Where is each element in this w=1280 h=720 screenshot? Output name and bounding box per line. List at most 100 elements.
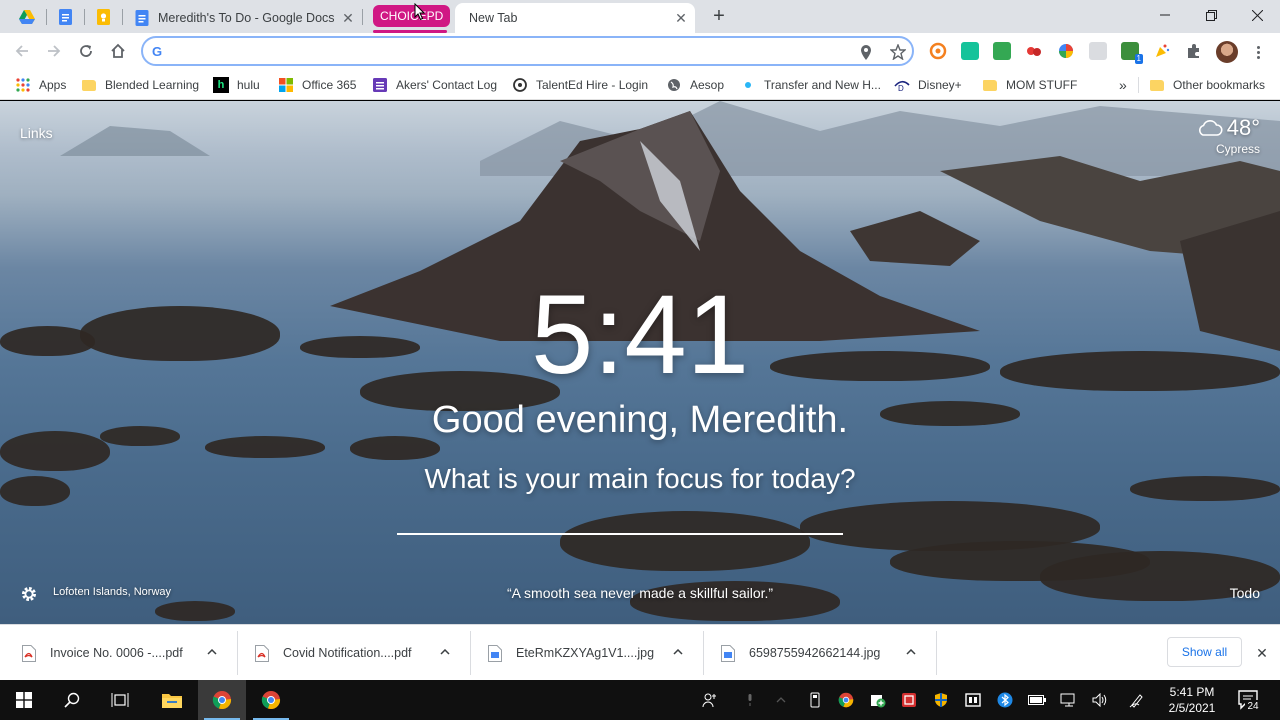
tab-new-tab[interactable]: New Tab ✕ [455, 3, 695, 33]
chevron-up-tray-icon[interactable] [771, 690, 791, 710]
extension-badge-icon[interactable]: 1 [1121, 42, 1143, 64]
volume-icon[interactable] [1091, 690, 1111, 710]
close-tab-icon[interactable]: ✕ [673, 10, 689, 26]
new-tab-button[interactable]: + [707, 6, 731, 28]
chrome-tray-icon[interactable] [836, 690, 856, 710]
close-download-shelf-icon[interactable]: ✕ [1254, 645, 1270, 661]
bookmarks-overflow-button[interactable]: » [1119, 76, 1127, 94]
weather-widget[interactable]: 48° Cypress [1197, 115, 1260, 156]
pinned-tab-google-drive[interactable] [13, 6, 41, 28]
office-icon [278, 77, 294, 93]
bluetooth-icon[interactable] [995, 690, 1015, 710]
minimize-button[interactable] [1142, 0, 1188, 30]
bookmark-disney-plus[interactable]: D Disney+ [894, 76, 962, 94]
bookmark-star-icon[interactable] [889, 43, 907, 61]
extension-orange-icon[interactable] [929, 42, 947, 60]
tab-title: Meredith's To Do - Google Docs [158, 11, 335, 25]
close-tab-icon[interactable]: ✕ [340, 10, 356, 26]
back-button[interactable] [9, 38, 35, 64]
links-button[interactable]: Links [20, 125, 53, 141]
meet-now-icon[interactable] [963, 690, 983, 710]
profile-avatar[interactable] [1216, 41, 1238, 63]
search-button[interactable] [48, 680, 96, 720]
people-icon[interactable] [700, 690, 720, 710]
extension-gray-icon[interactable] [1089, 42, 1107, 60]
reload-button[interactable] [73, 38, 99, 64]
bookmarks-bar: Apps Blended Learning h hulu Office 365 … [0, 70, 1280, 100]
chevron-up-icon[interactable] [438, 645, 452, 659]
battery-icon[interactable] [1027, 690, 1047, 710]
bookmark-apps[interactable]: Apps [15, 76, 66, 94]
shield-icon[interactable] [931, 690, 951, 710]
extension-grammarly-icon[interactable] [961, 42, 979, 60]
bookmark-blended-learning[interactable]: Blended Learning [81, 76, 199, 94]
download-item[interactable]: EteRmKZXYAg1V1....jpg [488, 625, 693, 681]
pinned-tab-google-keep[interactable] [89, 6, 117, 28]
start-button[interactable] [0, 680, 48, 720]
chevron-up-icon[interactable] [671, 645, 685, 659]
bookmark-label: Apps [39, 78, 67, 92]
hulu-icon: h [213, 77, 229, 93]
file-explorer-icon [162, 694, 182, 708]
close-window-button[interactable] [1234, 0, 1280, 30]
download-separator [237, 631, 238, 675]
system-clock[interactable]: 5:41 PM 2/5/2021 [1161, 684, 1223, 716]
google-drive-icon [19, 10, 35, 24]
chrome-menu-icon[interactable] [1250, 41, 1266, 63]
network-icon[interactable] [1059, 690, 1079, 710]
pinned-tab-google-docs[interactable] [51, 6, 79, 28]
forward-arrow-icon [48, 45, 61, 57]
task-view-button[interactable] [96, 680, 144, 720]
microphone-icon[interactable] [740, 690, 760, 710]
show-all-downloads-button[interactable]: Show all [1167, 637, 1242, 667]
dot-icon [740, 77, 756, 93]
chevron-up-icon[interactable] [205, 645, 219, 659]
bookmark-office-365[interactable]: Office 365 [278, 76, 356, 94]
address-bar[interactable]: G [141, 36, 914, 66]
bookmark-label: Aesop [690, 78, 725, 92]
address-input[interactable] [173, 42, 853, 60]
taskbar-chrome-active[interactable] [198, 680, 246, 720]
bookmark-hulu[interactable]: h hulu [213, 76, 260, 94]
bookmark-other-bookmarks[interactable]: Other bookmarks [1149, 76, 1265, 94]
windows-logo-icon [16, 692, 32, 708]
home-button[interactable] [105, 38, 131, 64]
notification-count-badge: 24 [1245, 700, 1261, 714]
bookmark-mom-stuff[interactable]: MOM STUFF [982, 76, 1077, 94]
bookmark-aesop[interactable]: Aesop [666, 76, 724, 94]
main-focus-input[interactable] [397, 529, 843, 535]
mouse-cursor-icon [414, 3, 426, 21]
extensions-puzzle-icon[interactable] [1185, 42, 1203, 60]
download-item[interactable]: 6598755942662144.jpg [721, 625, 926, 681]
pen-workspace-icon[interactable] [1127, 690, 1147, 710]
taskbar-file-explorer[interactable] [148, 680, 196, 720]
bookmark-label: Akers' Contact Log [396, 78, 498, 92]
todo-button[interactable]: Todo [1230, 585, 1260, 601]
bookmark-label: TalentEd Hire - Login [536, 78, 649, 92]
bookmark-label: MOM STUFF [1006, 78, 1078, 92]
tab-group-chip[interactable]: CHOICEPD [373, 5, 451, 27]
disney-icon: D [894, 77, 910, 93]
forward-button[interactable] [41, 38, 67, 64]
chevron-up-icon[interactable] [904, 645, 918, 659]
green-add-tray-icon[interactable] [868, 690, 888, 710]
extension-color-wheel-icon[interactable] [1057, 42, 1075, 60]
download-filename: 6598755942662144.jpg [749, 646, 881, 660]
location-pin-icon[interactable] [857, 43, 875, 61]
focus-prompt: What is your main focus for today? [424, 463, 856, 494]
extension-party-icon[interactable] [1153, 42, 1171, 60]
usb-drive-icon[interactable] [805, 690, 825, 710]
bookmark-akers-contact-log[interactable]: Akers' Contact Log [372, 76, 497, 94]
bookmark-transfer-and-new-hire[interactable]: Transfer and New H... [740, 76, 881, 94]
taskbar-chrome[interactable] [247, 680, 295, 720]
download-item[interactable]: Covid Notification....pdf [255, 625, 460, 681]
extension-green-box-icon[interactable] [993, 42, 1011, 60]
red-app-tray-icon[interactable] [899, 690, 919, 710]
talented-icon [512, 77, 528, 93]
bookmark-talented-hire[interactable]: TalentEd Hire - Login [512, 76, 648, 94]
restore-button[interactable] [1188, 0, 1234, 30]
extension-red-dots-icon[interactable] [1025, 42, 1043, 60]
bookmarks-separator [1138, 77, 1139, 93]
download-item[interactable]: Invoice No. 0006 -....pdf [22, 625, 227, 681]
tab-google-docs-todo[interactable]: Meredith's To Do - Google Docs ✕ [126, 3, 362, 33]
